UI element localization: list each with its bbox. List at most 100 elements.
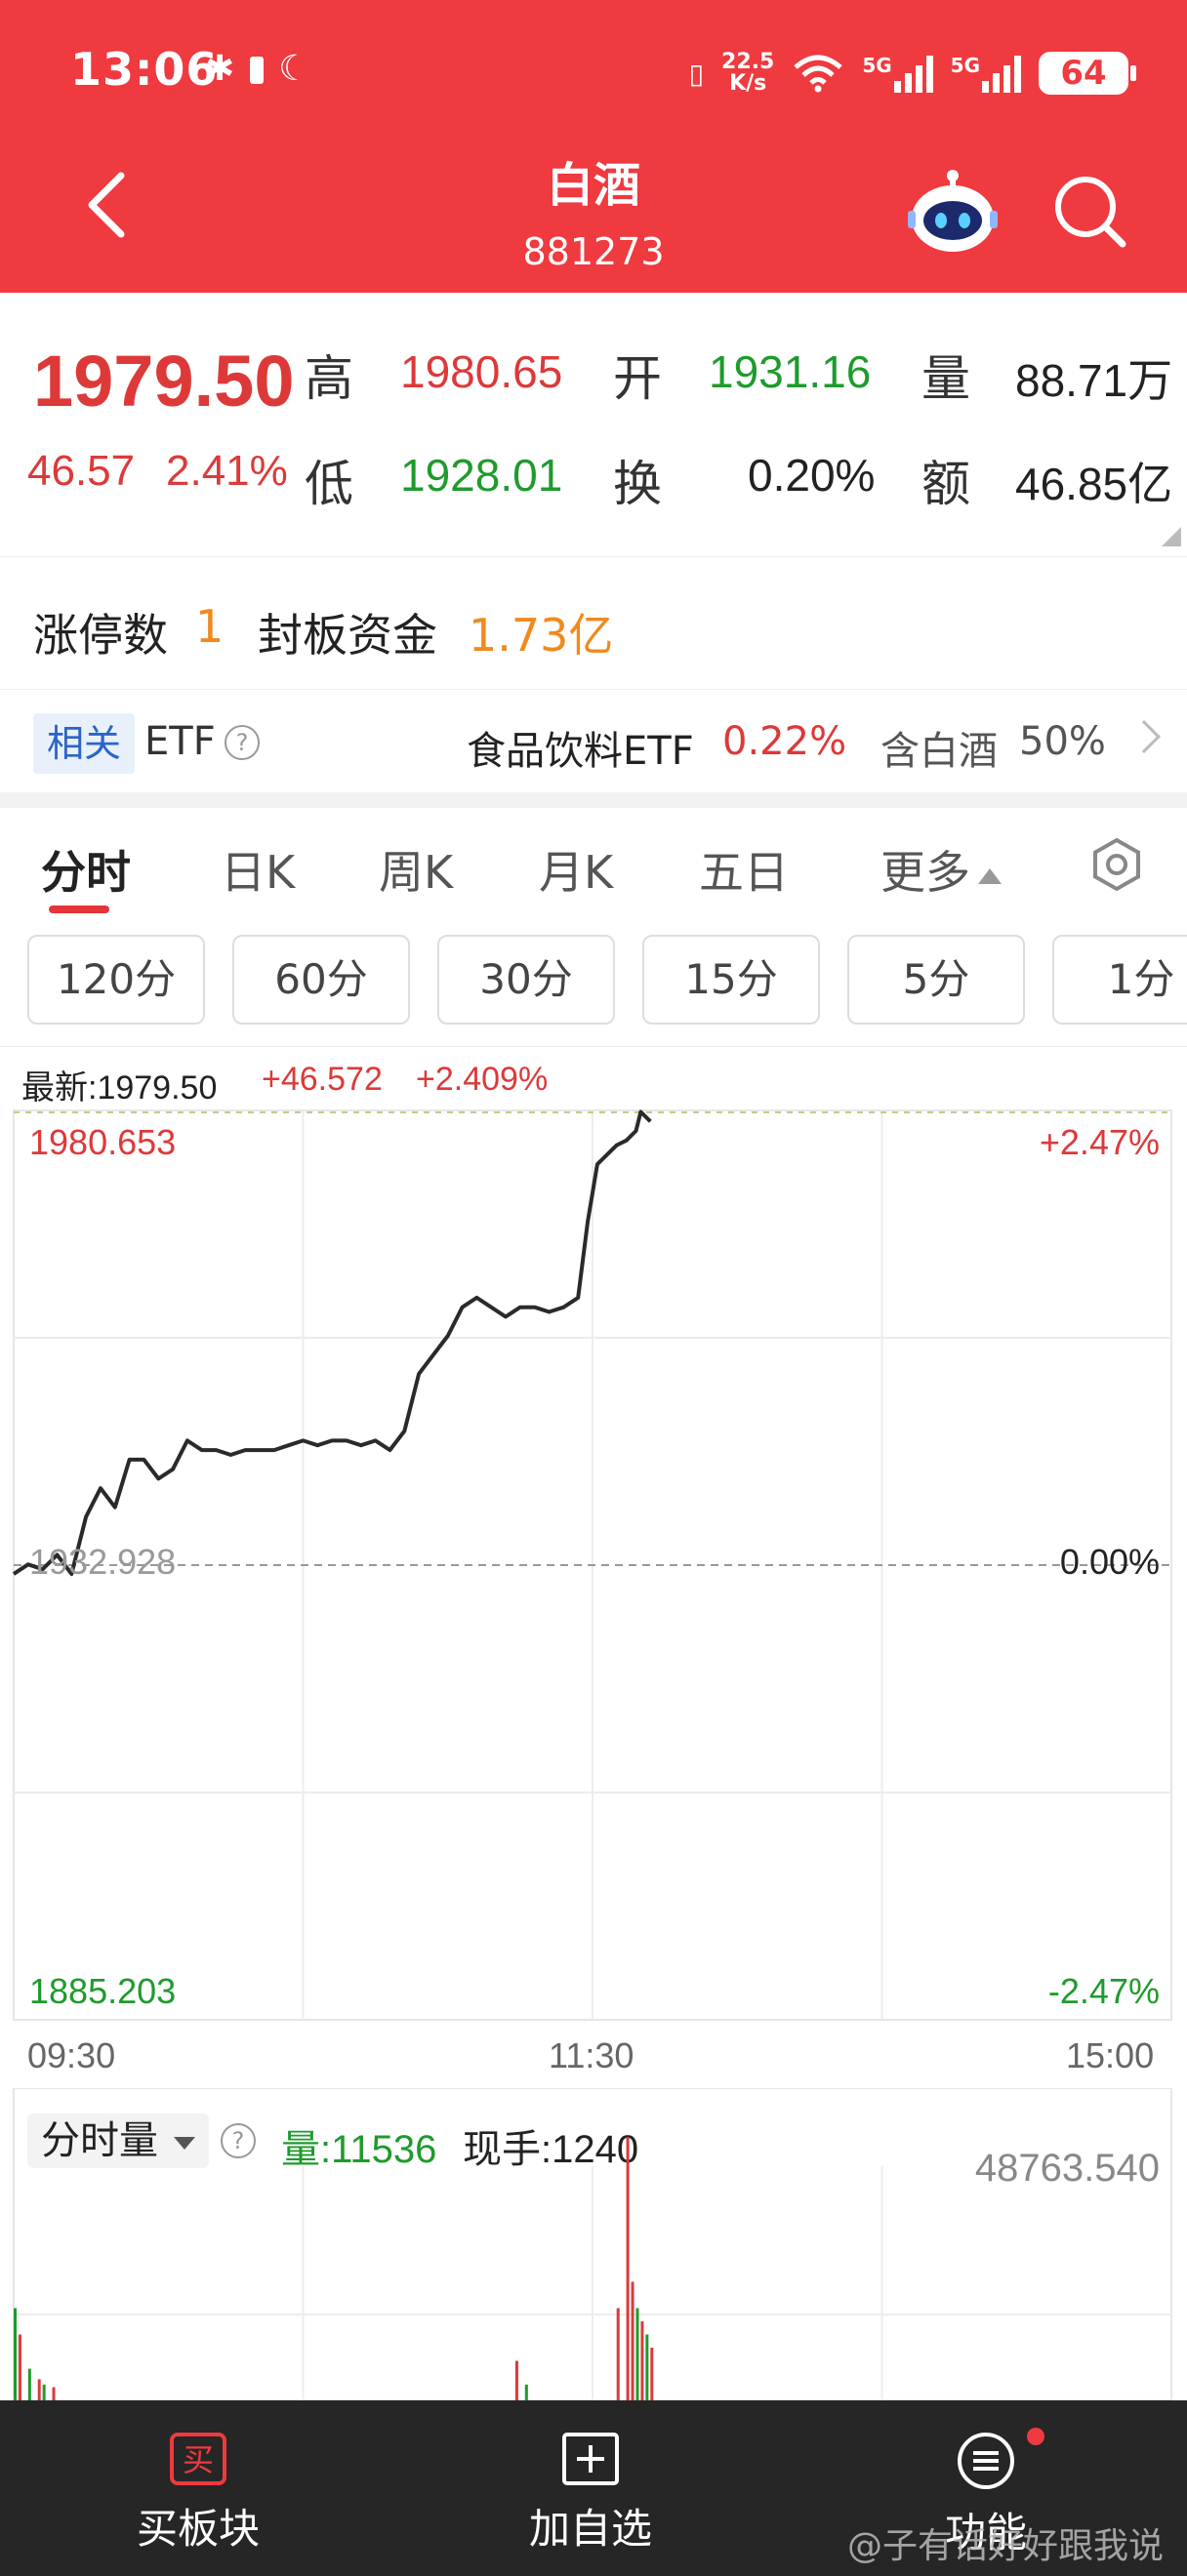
ai-assistant-button[interactable] bbox=[908, 168, 998, 256]
buy-icon-glyph: 买 bbox=[183, 2441, 214, 2478]
high-label: 高 bbox=[305, 350, 353, 407]
y-axis-top-label: 1980.653 bbox=[29, 1122, 177, 1162]
plus-square-icon bbox=[562, 2433, 619, 2485]
signal-bars-icon bbox=[982, 54, 1021, 93]
volume-bar bbox=[626, 2137, 630, 2400]
interval-60m[interactable]: 60分 bbox=[232, 935, 410, 1025]
signal-bars-icon bbox=[893, 54, 933, 93]
amount-value: 46.85亿 bbox=[1015, 459, 1173, 509]
status-time: 13:06 bbox=[70, 43, 219, 96]
low-label: 低 bbox=[305, 456, 353, 512]
app-header: 13:06 ✱ ☾ ▯ 22.5 K/s 5G 5G 64 白酒 881273 bbox=[0, 0, 1187, 293]
battery-indicator: 64 bbox=[1039, 52, 1136, 95]
add-watchlist-button[interactable]: 加自选 bbox=[529, 2432, 652, 2556]
vibrate-icon: ▯ bbox=[688, 57, 705, 90]
x-axis-label-mid: 11:30 bbox=[549, 2035, 634, 2075]
volume-label: 量 bbox=[921, 350, 970, 407]
related-tag: 相关 bbox=[33, 713, 135, 774]
help-icon[interactable]: ? bbox=[225, 725, 260, 760]
etf-label: ETF bbox=[144, 719, 216, 764]
volume-bar bbox=[650, 2348, 654, 2400]
bluetooth-icon: ✱ bbox=[205, 49, 235, 89]
index-code: 881273 bbox=[522, 230, 665, 273]
price-line bbox=[12, 1109, 652, 1577]
volume-bar bbox=[524, 2384, 528, 2400]
seal-fund-label: 封板资金 bbox=[258, 609, 437, 662]
y-axis-bottom-label: 1885.203 bbox=[29, 1971, 177, 2011]
volume-bar bbox=[27, 2368, 31, 2400]
tab-weekly-k[interactable]: 周K bbox=[379, 837, 453, 902]
pct-axis-bottom-label: -2.47% bbox=[1047, 1971, 1160, 2011]
volume-bar bbox=[645, 2334, 649, 2400]
settings-hexagon-icon bbox=[1093, 837, 1140, 892]
limit-up-count: 1 bbox=[195, 600, 225, 653]
search-icon bbox=[1055, 177, 1126, 248]
add-watchlist-label: 加自选 bbox=[529, 2505, 653, 2553]
tab-more[interactable]: 更多 bbox=[880, 837, 1002, 902]
current-price: 1979.50 bbox=[33, 341, 295, 422]
search-button[interactable] bbox=[1052, 174, 1128, 250]
interval-1m[interactable]: 1分 bbox=[1052, 935, 1187, 1025]
volume-bar bbox=[635, 2308, 639, 2400]
buy-icon: 买 bbox=[170, 2433, 226, 2485]
buy-sector-button[interactable]: 买 买板块 bbox=[137, 2432, 260, 2556]
open-value: 1931.16 bbox=[709, 346, 872, 397]
menu-circle-icon bbox=[958, 2433, 1014, 2489]
tab-monthly-k[interactable]: 月K bbox=[539, 837, 613, 902]
limit-up-count-label: 涨停数 bbox=[33, 609, 168, 662]
chart-tabs: 分时 日K 周K 月K 五日 更多 bbox=[0, 808, 1187, 925]
quote-panel: 1979.50 46.57 2.41% 高 1980.65 开 1931.16 … bbox=[0, 293, 1187, 556]
expand-corner-icon[interactable] bbox=[1162, 527, 1181, 546]
y-axis-mid-label: 1932.928 bbox=[29, 1542, 177, 1582]
status-bar: 13:06 ✱ ☾ ▯ 22.5 K/s 5G 5G 64 bbox=[0, 0, 1187, 146]
x-axis-label-start: 09:30 bbox=[27, 2035, 116, 2075]
volume-bar bbox=[631, 2281, 634, 2400]
volume-bar bbox=[52, 2387, 56, 2400]
volume-bar bbox=[42, 2384, 46, 2400]
related-etf-row[interactable]: 相关 ETF ? 食品饮料ETF 0.22% 含白酒 50% bbox=[0, 689, 1187, 792]
interval-5m[interactable]: 5分 bbox=[847, 935, 1025, 1025]
tab-daily-k[interactable]: 日K bbox=[221, 837, 295, 902]
buy-sector-label: 买板块 bbox=[137, 2505, 261, 2553]
seal-fund-value: 1.73亿 bbox=[469, 609, 614, 662]
volume-panel: 分时量 ? 量:11536 现手:1240 48763.540 bbox=[0, 2088, 1187, 2400]
tab-intraday[interactable]: 分时 bbox=[41, 837, 131, 902]
etf-contains-pct: 50% bbox=[1019, 719, 1106, 764]
intraday-chart[interactable]: 1980.653 1932.928 1885.203 +2.47% 0.00% … bbox=[0, 1093, 1187, 2075]
volume-value: 88.71万 bbox=[1015, 355, 1173, 406]
interval-30m[interactable]: 30分 bbox=[437, 935, 615, 1025]
caret-up-icon bbox=[978, 867, 1002, 884]
etf-name: 食品饮料ETF bbox=[467, 729, 694, 774]
limit-up-row: 涨停数 1 封板资金 1.73亿 bbox=[0, 556, 1187, 689]
signal-1: 5G bbox=[862, 54, 933, 93]
high-value: 1980.65 bbox=[400, 346, 563, 397]
chevron-right-icon bbox=[1127, 720, 1161, 753]
chart-settings-button[interactable] bbox=[1089, 837, 1144, 892]
price-change: 46.57 bbox=[27, 447, 136, 495]
volume-bar bbox=[14, 2308, 17, 2400]
notification-dot bbox=[1027, 2428, 1044, 2445]
wifi-icon bbox=[794, 55, 842, 93]
low-value: 1928.01 bbox=[400, 450, 563, 501]
amount-label: 额 bbox=[921, 456, 970, 512]
interval-120m[interactable]: 120分 bbox=[27, 935, 205, 1025]
price-change-pct: 2.41% bbox=[166, 447, 288, 495]
intraday-chart-svg bbox=[12, 1109, 1172, 2021]
interval-selector: 120分 60分 30分 15分 5分 1分 bbox=[0, 935, 1187, 1025]
net-speed: 22.5 K/s bbox=[721, 50, 775, 96]
tab-more-label: 更多 bbox=[880, 846, 970, 899]
volume-bar bbox=[640, 2321, 644, 2400]
signal-2: 5G bbox=[951, 54, 1021, 93]
pct-axis-mid-label: 0.00% bbox=[1059, 1542, 1160, 1582]
volume-chart-svg bbox=[13, 2088, 1172, 2400]
turnover-value: 0.20% bbox=[748, 450, 876, 501]
etf-contains-label: 含白酒 bbox=[880, 729, 998, 774]
volume-bar bbox=[18, 2334, 21, 2400]
tab-active-indicator bbox=[49, 906, 109, 913]
x-axis-label-end: 15:00 bbox=[1066, 2035, 1155, 2075]
interval-15m[interactable]: 15分 bbox=[642, 935, 820, 1025]
tab-five-day[interactable]: 五日 bbox=[699, 837, 789, 902]
robot-icon bbox=[908, 170, 998, 252]
volume-bar bbox=[514, 2360, 518, 2400]
open-label: 开 bbox=[613, 350, 662, 407]
